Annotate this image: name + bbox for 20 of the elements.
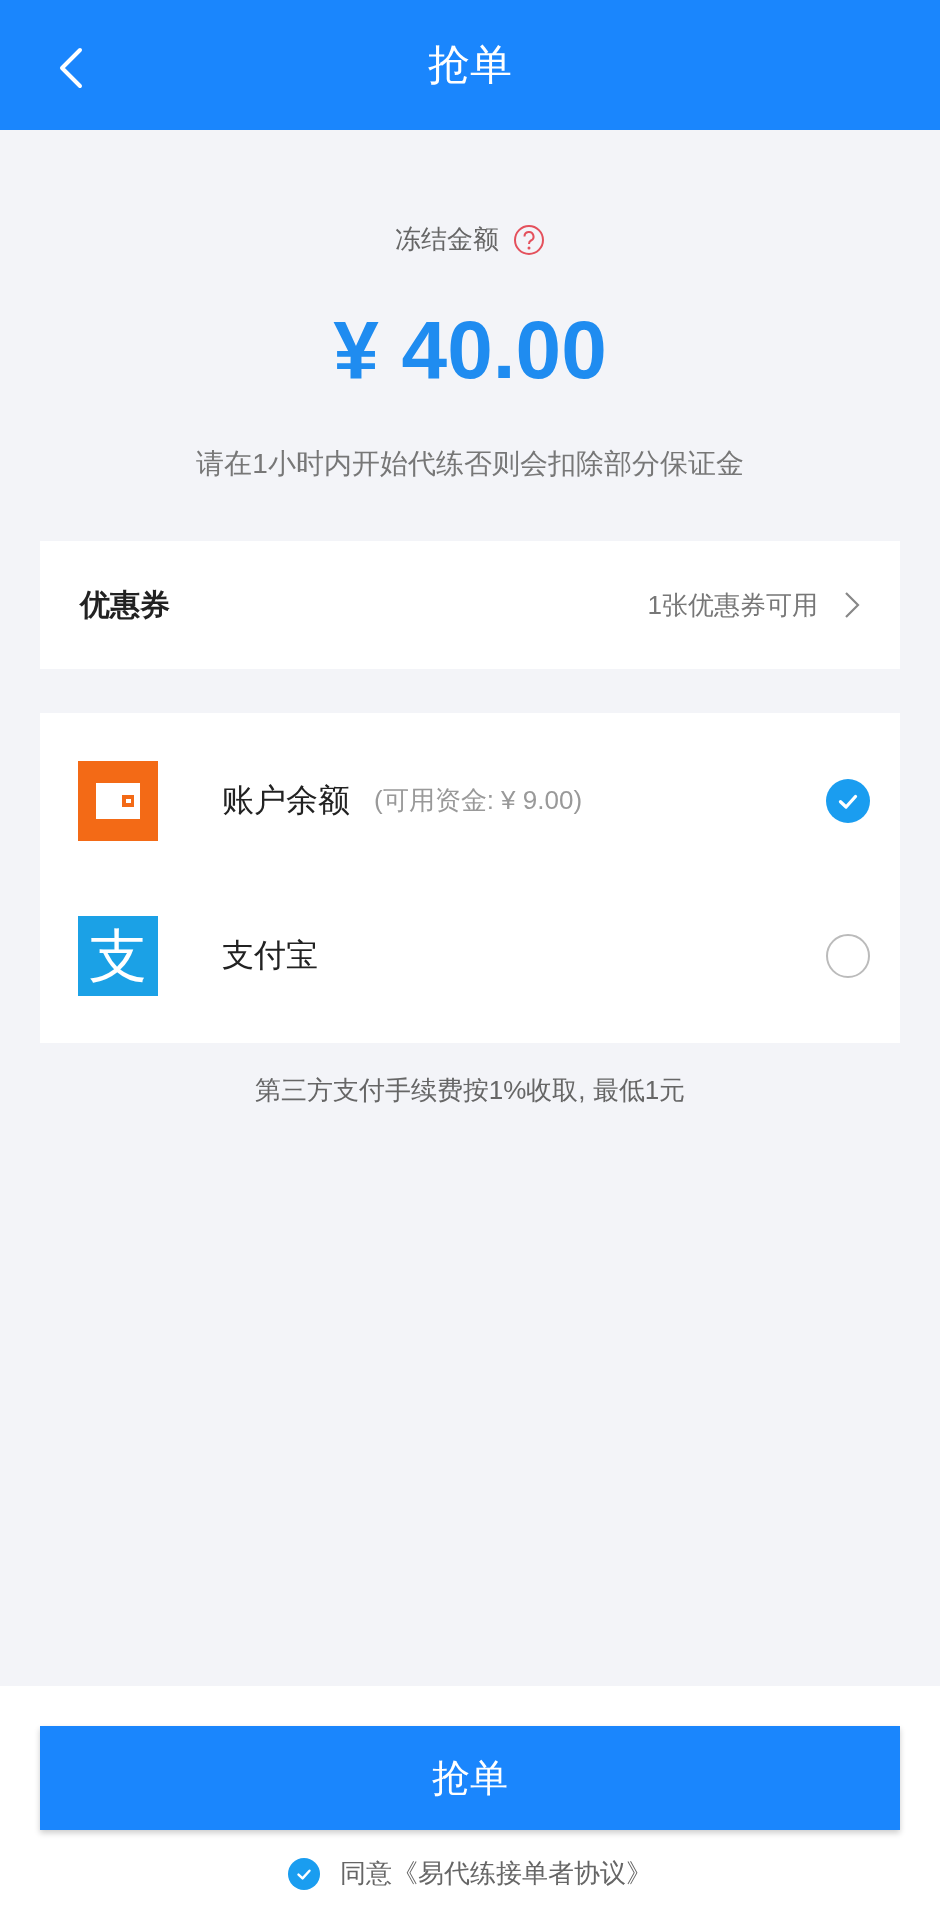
radio-button[interactable] bbox=[826, 933, 870, 978]
wallet-icon bbox=[78, 760, 158, 841]
agreement-text[interactable]: 同意《易代练接单者协议》 bbox=[340, 1856, 652, 1891]
grab-order-button[interactable]: 抢单 bbox=[40, 1726, 900, 1830]
coupon-label: 优惠券 bbox=[80, 586, 170, 623]
chevron-right-icon bbox=[844, 591, 860, 619]
frozen-amount: ¥ 40.00 bbox=[333, 303, 607, 397]
help-icon[interactable] bbox=[513, 223, 545, 256]
available-funds: (可用资金: ¥ 9.00) bbox=[374, 784, 583, 817]
payment-method-label: 账户余额 bbox=[222, 780, 350, 820]
coupon-row[interactable]: 优惠券 1张优惠券可用 bbox=[40, 541, 900, 669]
deposit-note: 请在1小时内开始代练否则会扣除部分保证金 bbox=[196, 447, 744, 481]
agreement-checkbox[interactable] bbox=[288, 1857, 320, 1890]
alipay-logo-icon: 支 bbox=[78, 915, 158, 996]
fee-note: 第三方支付手续费按1%收取, 最低1元 bbox=[253, 1074, 687, 1107]
frozen-amount-label: 冻结金额 bbox=[395, 223, 499, 256]
payment-method-label: 支付宝 bbox=[222, 935, 318, 975]
coupon-count: 1张优惠券可用 bbox=[647, 588, 818, 622]
radio-button[interactable] bbox=[826, 778, 870, 823]
page-title: 抢单 bbox=[428, 40, 512, 90]
